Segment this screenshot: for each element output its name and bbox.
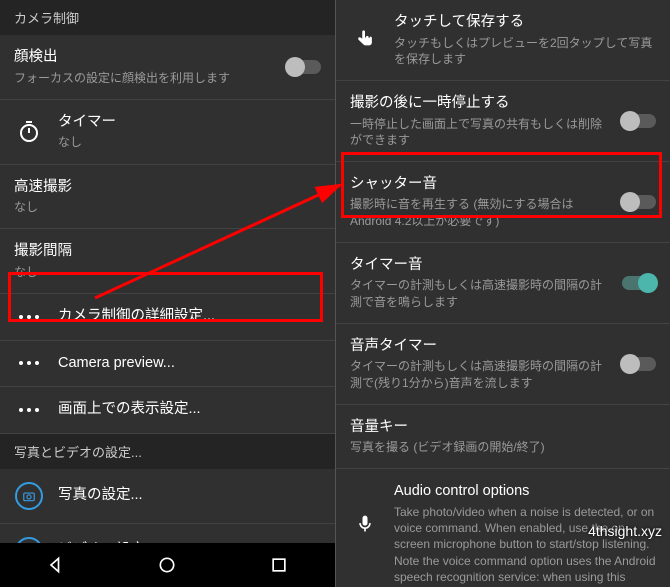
- row-burst[interactable]: 高速撮影 なし: [0, 165, 335, 230]
- shutter-sub: 撮影時に音を再生する (無効にする場合はAndroid 4.2以上が必要です): [350, 196, 608, 228]
- row-shutter-sound[interactable]: シャッター音 撮影時に音を再生する (無効にする場合はAndroid 4.2以上…: [336, 162, 670, 243]
- audio-sub: Take photo/video when a noise is detecte…: [394, 504, 656, 587]
- row-voice-timer[interactable]: 音声タイマー タイマーの計測もしくは高速撮影時の間隔の計測で(残り1分から)音声…: [336, 324, 670, 405]
- row-interval[interactable]: 撮影間隔 なし: [0, 229, 335, 294]
- display-title: 画面上での表示設定...: [58, 400, 321, 420]
- nav-back-icon[interactable]: [46, 555, 66, 575]
- face-detect-title: 顔検出: [14, 48, 273, 68]
- pause-toggle[interactable]: [622, 114, 656, 128]
- row-advanced-settings[interactable]: カメラ制御の詳細設定...: [0, 294, 335, 341]
- mic-icon: [350, 482, 380, 536]
- pause-title: 撮影の後に一時停止する: [350, 94, 608, 114]
- row-touch-save[interactable]: タッチして保存する タッチもしくはプレビューを2回タップして写真を保存します: [336, 0, 670, 81]
- interval-title: 撮影間隔: [14, 242, 321, 262]
- voice-timer-title: 音声タイマー: [350, 337, 608, 357]
- right-panel: タッチして保存する タッチもしくはプレビューを2回タップして写真を保存します 撮…: [335, 0, 670, 587]
- row-volume-key[interactable]: 音量キー 写真を撮る (ビデオ録画の開始/終了): [336, 405, 670, 470]
- face-detect-toggle[interactable]: [287, 60, 321, 74]
- row-timer-sound[interactable]: タイマー音 タイマーの計測もしくは高速撮影時の間隔の計測で音を鳴らします: [336, 243, 670, 324]
- timer-sound-title: タイマー音: [350, 256, 608, 276]
- timer-sound-sub: タイマーの計測もしくは高速撮影時の間隔の計測で音を鳴らします: [350, 277, 608, 309]
- touch-sub: タッチもしくはプレビューを2回タップして写真を保存します: [394, 35, 656, 67]
- nav-recent-icon[interactable]: [269, 555, 289, 575]
- more-icon: [14, 315, 44, 319]
- left-panel: カメラ制御 顔検出 フォーカスの設定に顔検出を利用します タイマー なし 高速撮…: [0, 0, 335, 587]
- more-icon: [14, 361, 44, 365]
- timer-sound-toggle[interactable]: [622, 276, 656, 290]
- timer-sub: なし: [58, 134, 321, 150]
- watermark: 4thsight.xyz: [588, 523, 662, 539]
- face-detect-sub: フォーカスの設定に顔検出を利用します: [14, 70, 273, 86]
- advanced-title: カメラ制御の詳細設定...: [58, 307, 321, 327]
- section-header-camera-control: カメラ制御: [0, 0, 335, 35]
- row-display-settings[interactable]: 画面上での表示設定...: [0, 387, 335, 434]
- burst-title: 高速撮影: [14, 178, 321, 198]
- timer-icon: [14, 120, 44, 144]
- photo-title: 写真の設定...: [58, 486, 321, 506]
- timer-title: タイマー: [58, 113, 321, 133]
- section-header-photo-video: 写真とビデオの設定...: [0, 434, 335, 469]
- preview-title: Camera preview...: [58, 354, 321, 374]
- interval-sub: なし: [14, 264, 321, 280]
- pause-sub: 一時停止した画面上で写真の共有もしくは削除ができます: [350, 116, 608, 148]
- voice-timer-sub: タイマーの計測もしくは高速撮影時の間隔の計測で(残り1分から)音声を流します: [350, 358, 608, 390]
- row-face-detect[interactable]: 顔検出 フォーカスの設定に顔検出を利用します: [0, 35, 335, 100]
- nav-home-icon[interactable]: [157, 555, 177, 575]
- voice-timer-toggle[interactable]: [622, 357, 656, 371]
- touch-title: タッチして保存する: [394, 13, 656, 33]
- camera-icon: [14, 482, 44, 510]
- touch-icon: [350, 29, 380, 51]
- row-camera-preview[interactable]: Camera preview...: [0, 341, 335, 388]
- row-photo-settings[interactable]: 写真の設定...: [0, 469, 335, 524]
- burst-sub: なし: [14, 199, 321, 215]
- row-pause-after[interactable]: 撮影の後に一時停止する 一時停止した画面上で写真の共有もしくは削除ができます: [336, 81, 670, 162]
- volkey-title: 音量キー: [350, 418, 656, 438]
- audio-title: Audio control options: [394, 482, 656, 502]
- volkey-sub: 写真を撮る (ビデオ録画の開始/終了): [350, 439, 656, 455]
- shutter-toggle[interactable]: [622, 195, 656, 209]
- more-icon: [14, 408, 44, 412]
- row-timer[interactable]: タイマー なし: [0, 100, 335, 165]
- nav-bar: [0, 543, 335, 587]
- shutter-title: シャッター音: [350, 175, 608, 195]
